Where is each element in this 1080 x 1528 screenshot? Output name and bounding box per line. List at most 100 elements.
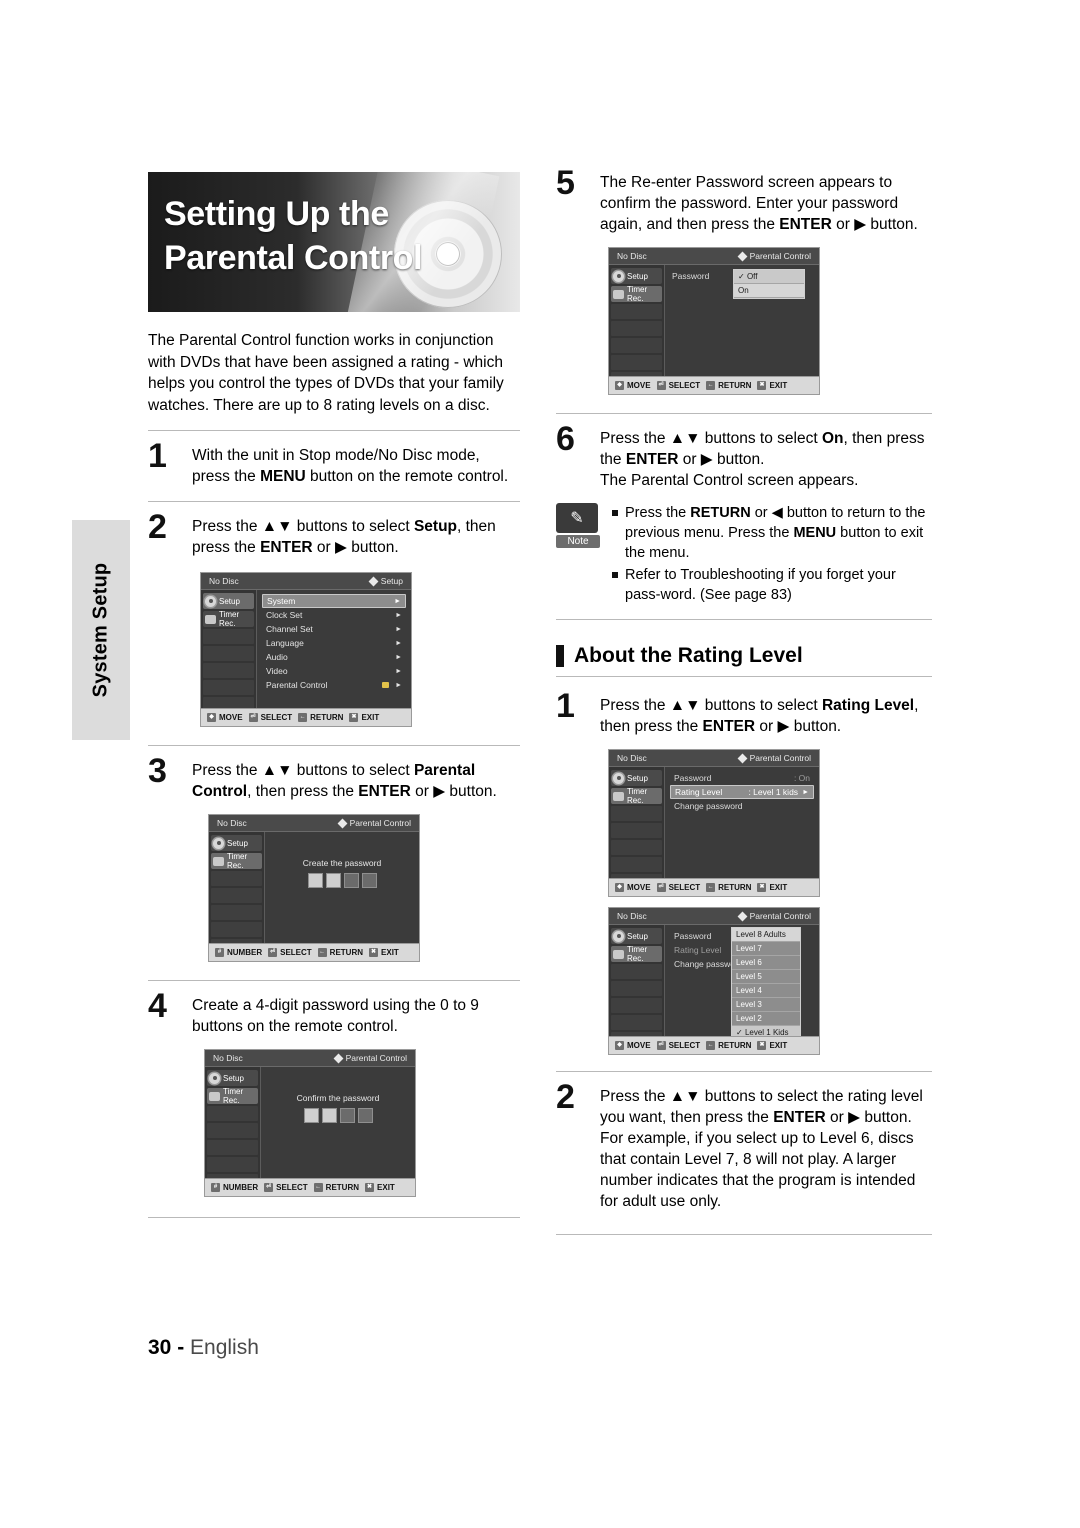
bottom-select[interactable]: ⏎ SELECT (248, 713, 292, 722)
nav-item-setup[interactable]: Setup (611, 268, 662, 284)
bottom-return[interactable]: ← RETURN (317, 948, 363, 957)
dropdown-option-off[interactable]: ✓ Off (734, 270, 804, 284)
bottom-exit[interactable]: ✖ EXIT (349, 713, 379, 722)
step-1-text: With the unit in Stop mode/No Disc mode,… (192, 447, 509, 485)
diamond-icon (333, 1053, 344, 1063)
bottom-exit[interactable]: ✖ EXIT (757, 1041, 787, 1050)
row-change-password-label: Change password (674, 801, 743, 811)
bottom-return[interactable]: ← RETURN (706, 381, 751, 390)
step-3-number: 3 (148, 752, 167, 790)
bottom-return[interactable]: ← RETURN (706, 1041, 751, 1050)
dropdown-option-level-4[interactable]: Level 4 (732, 984, 800, 998)
osd-bottom-bar: ◆ MOVE ⏎ SELECT ← RETURN ✖ EXIT (609, 1036, 819, 1054)
osd-rating-dropdown: No Disc Parental Control Setup Timer Rec… (608, 907, 820, 1055)
bottom-select[interactable]: ⏎ SELECT (656, 381, 700, 390)
bottom-select[interactable]: ⏎ SELECT (656, 1041, 700, 1050)
dropdown-option-level-6[interactable]: Level 6 (732, 956, 800, 970)
nav-item-timer-rec[interactable]: Timer Rec. (203, 610, 254, 628)
step-1-number: 1 (148, 437, 167, 475)
osd-header-right-label: Parental Control (749, 251, 811, 261)
step-4-number: 4 (148, 987, 167, 1025)
nav-blank (207, 1157, 258, 1172)
bottom-select[interactable]: ⏎ SELECT (268, 948, 312, 957)
nav-blank (611, 304, 662, 319)
dropdown-option-level-5[interactable]: Level 5 (732, 970, 800, 984)
osd-left-nav: Setup Timer Rec. (201, 590, 257, 712)
menu-item-system[interactable]: System ► (262, 594, 406, 608)
side-tab-system-setup: System Setup (72, 520, 130, 740)
nav-item-setup[interactable]: Setup (611, 928, 662, 944)
menu-item-parental-control[interactable]: Parental Control ► (262, 678, 406, 692)
osd-header-right-label: Parental Control (749, 753, 811, 763)
nav-item-setup[interactable]: Setup (611, 770, 662, 786)
bottom-number[interactable]: # NUMBER (211, 1183, 258, 1192)
dropdown-option-on[interactable]: On (734, 284, 804, 298)
nav-blank (611, 1015, 662, 1030)
row-password-value: : On (793, 773, 810, 783)
nav-item-setup[interactable]: Setup (211, 835, 262, 851)
osd-header-right: Parental Control (333, 1053, 407, 1063)
bottom-return[interactable]: ← RETURN (298, 713, 343, 722)
diamond-icon (368, 576, 379, 586)
bottom-move[interactable]: ◆ MOVE (615, 883, 651, 892)
password-entry[interactable] (270, 868, 414, 888)
menu-item-video[interactable]: Video ► (262, 664, 406, 678)
section-heading: About the Rating Level (556, 644, 932, 668)
bottom-move[interactable]: ◆ MOVE (207, 713, 243, 722)
nav-item-timer-rec[interactable]: Timer Rec. (211, 852, 262, 870)
menu-item-clock-set-label: Clock Set (266, 610, 303, 620)
row-change-password[interactable]: Change password (670, 799, 814, 813)
bottom-exit[interactable]: ✖ EXIT (757, 883, 787, 892)
bottom-select[interactable]: ⏎ SELECT (264, 1183, 308, 1192)
row-rating-level[interactable]: Rating Level : Level 1 kids ► (670, 785, 814, 799)
row-password[interactable]: Password : On (670, 771, 814, 785)
dropdown-option-level-3[interactable]: Level 3 (732, 998, 800, 1012)
bottom-exit[interactable]: ✖ EXIT (369, 948, 399, 957)
rating-step-1-number: 1 (556, 687, 575, 725)
dropdown-option-level-8[interactable]: Level 8 Adults (732, 928, 800, 942)
nav-item-setup-label: Setup (627, 271, 648, 281)
number-icon: # (211, 1183, 220, 1192)
nav-item-timer-label: Timer Rec. (227, 852, 248, 870)
osd-main: Password Rating Level Change password Le… (665, 925, 819, 1041)
bottom-number[interactable]: # NUMBER (215, 948, 262, 957)
divider (148, 430, 520, 431)
nav-item-setup[interactable]: Setup (207, 1070, 258, 1086)
dropdown-option-level-2[interactable]: Level 2 (732, 1012, 800, 1026)
password-cell (303, 1108, 319, 1123)
gear-icon (613, 772, 624, 784)
password-entry[interactable] (266, 1103, 410, 1123)
nav-item-timer-rec[interactable]: Timer Rec. (611, 945, 662, 963)
osd-create-password: No Disc Parental Control Setup Timer Rec… (208, 814, 420, 962)
nav-item-timer-rec[interactable]: Timer Rec. (611, 285, 662, 303)
rating-level-dropdown[interactable]: Level 8 Adults Level 7 Level 6 Level 5 L… (731, 927, 801, 1041)
bottom-return[interactable]: ← RETURN (313, 1183, 359, 1192)
nav-item-timer-rec[interactable]: Timer Rec. (207, 1087, 258, 1105)
bottom-move[interactable]: ◆ MOVE (615, 381, 651, 390)
menu-item-channel-set-label: Channel Set (266, 624, 313, 634)
chevron-right-icon: ► (395, 681, 402, 689)
bottom-return[interactable]: ← RETURN (706, 883, 751, 892)
password-cell (343, 873, 359, 888)
bottom-select[interactable]: ⏎ SELECT (656, 883, 700, 892)
menu-item-channel-set[interactable]: Channel Set ► (262, 622, 406, 636)
section-heading-text: About the Rating Level (574, 644, 803, 667)
nav-item-setup[interactable]: Setup (203, 593, 254, 609)
menu-item-audio[interactable]: Audio ► (262, 650, 406, 664)
password-onoff-dropdown[interactable]: ✓ Off On (733, 269, 805, 299)
rating-step-1-text: Press the ▲▼ buttons to select Rating Le… (600, 697, 919, 735)
osd-header-right: Parental Control (737, 753, 811, 763)
dropdown-option-level-7[interactable]: Level 7 (732, 942, 800, 956)
password-cells (303, 1108, 373, 1123)
osd-topbar: No Disc Parental Control (609, 908, 819, 925)
menu-item-language[interactable]: Language ► (262, 636, 406, 650)
bottom-exit[interactable]: ✖ EXIT (757, 381, 787, 390)
menu-item-clock-set[interactable]: Clock Set ► (262, 608, 406, 622)
osd-main: Confirm the password (261, 1067, 415, 1179)
nav-item-timer-rec[interactable]: Timer Rec. (611, 787, 662, 805)
osd-header-right: Parental Control (337, 818, 411, 828)
bottom-move[interactable]: ◆ MOVE (615, 1041, 651, 1050)
lock-icon (382, 682, 390, 688)
osd-left-nav: Setup Timer Rec. (209, 832, 265, 954)
bottom-exit[interactable]: ✖ EXIT (365, 1183, 395, 1192)
